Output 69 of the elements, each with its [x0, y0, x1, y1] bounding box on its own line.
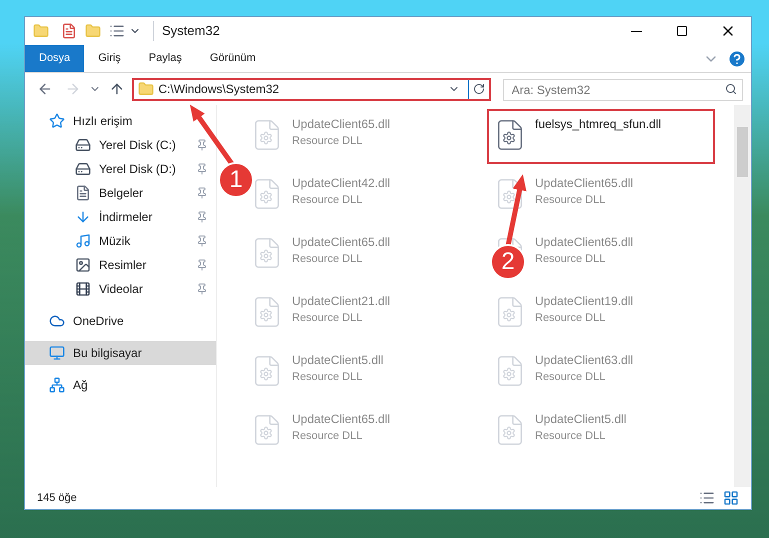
file-name: fuelsys_htmreq_sfun.dll	[535, 116, 662, 133]
file-type: Resource DLL	[535, 311, 606, 326]
new-folder-icon	[85, 23, 101, 39]
sidebar-item[interactable]: OneDrive	[25, 309, 216, 333]
sidebar-item[interactable]: Hızlı erişim	[25, 109, 216, 133]
file-type: Resource DLL	[535, 252, 606, 267]
folder-icon	[33, 23, 49, 39]
refresh-icon[interactable]	[472, 83, 485, 95]
drive-icon	[75, 161, 91, 177]
file-type: Resource DLL	[535, 429, 606, 444]
sidebar-item[interactable]: Resimler	[25, 253, 216, 277]
sidebar-item[interactable]: Videolar	[25, 277, 216, 301]
ribbon-tab[interactable]: Dosya	[25, 45, 84, 72]
sidebar-item[interactable]: Bu bilgisayar	[25, 341, 216, 365]
picture-icon	[75, 257, 91, 273]
file-name: UpdateClient63.dll	[535, 352, 634, 369]
ribbon-tab[interactable]: Görünüm	[196, 45, 270, 72]
annotation-arrow	[190, 104, 234, 166]
ribbon-tab[interactable]: Paylaş	[134, 45, 196, 72]
up-icon[interactable]	[108, 81, 124, 97]
search-icon[interactable]	[724, 83, 737, 95]
file-name: UpdateClient65.dll	[292, 411, 390, 428]
star-icon	[49, 113, 65, 129]
monitor-icon	[49, 345, 65, 361]
cloud-icon	[49, 313, 65, 329]
document-icon	[75, 185, 91, 201]
scrollbar[interactable]	[734, 105, 751, 487]
file-type: Resource DLL	[292, 370, 364, 385]
drive-icon	[75, 137, 91, 153]
file-tile[interactable]: fuelsys_htmreq_sfun.dll	[487, 109, 715, 164]
file-type: Resource DLL	[292, 429, 364, 444]
details-view-icon[interactable]	[699, 490, 715, 506]
sidebar-item[interactable]: Müzik	[25, 229, 216, 253]
file-name: UpdateClient5.dll	[535, 411, 626, 428]
tiles-view-icon[interactable]	[723, 490, 739, 506]
file-type: Resource DLL	[292, 193, 364, 208]
folder-icon	[138, 81, 154, 97]
file-type: Resource DLL	[292, 134, 364, 149]
sidebar-item[interactable]: Yerel Disk (C:)	[25, 133, 216, 157]
file-type: Resource DLL	[292, 311, 364, 326]
sidebar-item[interactable]: Yerel Disk (D:)	[25, 157, 216, 181]
sidebar-item[interactable]: Belgeler	[25, 181, 216, 205]
file-name: UpdateClient19.dll	[535, 293, 634, 310]
help-icon[interactable]	[727, 48, 747, 68]
file-name: UpdateClient65.dll	[535, 234, 634, 251]
file-name: UpdateClient65.dll	[292, 234, 390, 251]
file-type: Resource DLL	[292, 252, 364, 267]
address-bar[interactable]: C:\Windows\System32	[132, 78, 491, 100]
sidebar-item[interactable]: Ağ	[25, 373, 216, 397]
minimize-icon	[630, 30, 642, 32]
file-name: UpdateClient42.dll	[292, 175, 390, 192]
back-icon[interactable]	[37, 81, 53, 97]
maximize-icon	[676, 25, 688, 37]
network-icon	[49, 377, 65, 393]
view-icon	[109, 23, 125, 39]
file-name: UpdateClient21.dll	[292, 293, 390, 310]
window-title: System32	[153, 21, 220, 41]
ribbon-tab[interactable]: Giriş	[84, 45, 135, 72]
file-type: Resource DLL	[535, 193, 606, 208]
search-field[interactable]: Ara: System32	[502, 79, 743, 101]
item-count: 145 öğe	[37, 490, 77, 506]
file-name: UpdateClient5.dll	[292, 352, 384, 369]
file-name: UpdateClient65.dll	[292, 116, 390, 133]
film-icon	[75, 281, 91, 297]
file-type: Resource DLL	[535, 370, 606, 385]
file-name: UpdateClient65.dll	[535, 175, 634, 192]
sidebar-item[interactable]: İndirmeler	[25, 205, 216, 229]
address-path: C:\Windows\System32	[158, 81, 280, 98]
music-note-icon	[75, 233, 91, 249]
